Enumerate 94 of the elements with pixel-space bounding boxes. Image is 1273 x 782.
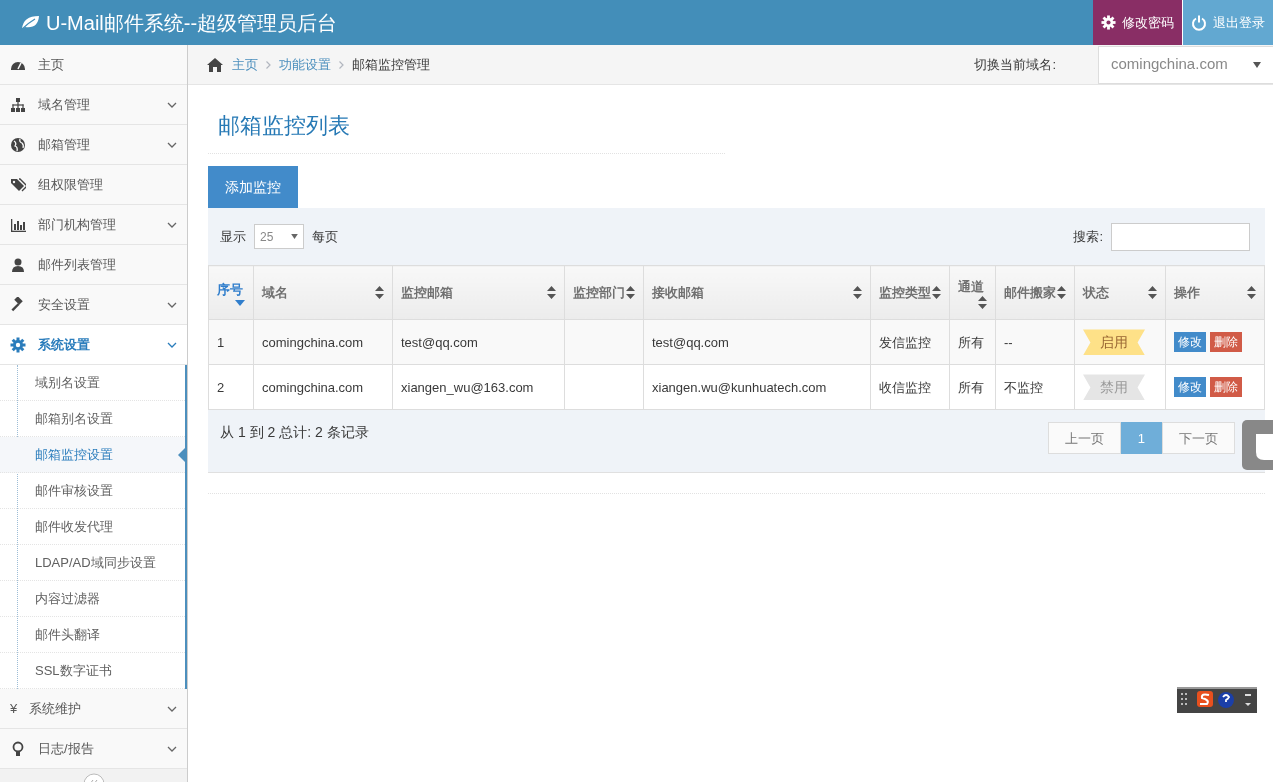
previous-page-button[interactable]: 上一页 (1047, 422, 1121, 455)
page-length-label: 显示 (220, 228, 246, 247)
table-cell: comingchina.com (253, 364, 393, 410)
table-cell: 2 (208, 364, 254, 410)
submenu-item[interactable]: LDAP/AD域同步设置 (0, 545, 185, 581)
home-icon (206, 56, 224, 73)
page-length-select[interactable]: 25 (254, 224, 304, 250)
breadcrumb-link[interactable]: 功能设置 (279, 54, 331, 75)
lightbulb-icon (10, 740, 26, 757)
column-header[interactable]: 序号 (208, 265, 254, 320)
delete-button[interactable]: 删除 (1210, 332, 1242, 353)
sidebar-item[interactable]: 系统设置 (0, 325, 187, 365)
column-header[interactable]: 接收邮箱 (643, 265, 871, 320)
table-cell: -- (995, 319, 1075, 365)
sidebar-item[interactable]: 主页 (0, 45, 187, 85)
delete-button[interactable]: 删除 (1210, 377, 1242, 398)
user-icon (10, 256, 26, 273)
domain-select[interactable]: comingchina.com (1098, 45, 1273, 84)
gear-icon (1101, 15, 1116, 30)
search-label: 搜索: (1073, 228, 1103, 247)
sidebar-item[interactable]: 邮件列表管理 (0, 245, 187, 285)
table-cell: 所有 (949, 364, 996, 410)
table-cell: test@qq.com (643, 319, 871, 365)
gear-icon (10, 336, 26, 353)
sort-icon (853, 286, 862, 300)
column-header[interactable]: 监控邮箱 (392, 265, 565, 320)
breadcrumb-current: 邮箱监控管理 (352, 55, 430, 74)
sort-icon (547, 286, 556, 300)
change-password-button[interactable]: 修改密码 (1093, 0, 1182, 45)
table-cell: 1 (208, 319, 254, 365)
logout-button[interactable]: 退出登录 (1182, 0, 1273, 45)
edit-button[interactable]: 修改 (1174, 377, 1206, 398)
page-title: 邮箱监控列表 (208, 85, 725, 155)
sidebar-item[interactable]: 邮箱管理 (0, 125, 187, 165)
breadcrumb-link[interactable]: 主页 (232, 54, 258, 75)
yen-icon: ¥ (10, 698, 18, 719)
record-info: 从 1 到 2 总计: 2 条记录 (220, 423, 369, 443)
dropdown-arrow-icon (1253, 61, 1261, 68)
sidebar-item[interactable]: 安全设置 (0, 285, 187, 325)
per-page-label: 每页 (312, 228, 338, 247)
column-header[interactable]: 通道 (949, 265, 996, 320)
column-header[interactable]: 邮件搬家 (995, 265, 1075, 320)
side-tab-icon[interactable] (1242, 420, 1273, 470)
table-cell: test@qq.com (392, 319, 565, 365)
chevron-right-icon (266, 60, 271, 69)
sidebar-item[interactable]: 组权限管理 (0, 165, 187, 205)
edit-button[interactable]: 修改 (1174, 332, 1206, 353)
table-cell: xiangen_wu@163.com (392, 364, 565, 410)
table-cell: 发信监控 (870, 319, 950, 365)
domain-switch-label: 切换当前域名: (974, 55, 1056, 74)
tags-icon (10, 176, 26, 193)
power-icon (1191, 14, 1207, 31)
table-cell: 所有 (949, 319, 996, 365)
sort-icon (1247, 286, 1256, 300)
next-page-button[interactable]: 下一页 (1162, 422, 1235, 455)
submenu-item[interactable]: 内容过滤器 (0, 581, 185, 617)
sidebar-item[interactable]: ¥ 系统维护 (0, 689, 187, 729)
sidebar-item[interactable]: 域名管理 (0, 85, 187, 125)
add-monitor-button[interactable]: 添加监控 (208, 166, 298, 209)
sort-descending-icon (235, 299, 245, 306)
submenu-item[interactable]: 邮件收发代理 (0, 509, 185, 545)
submenu-item[interactable]: 域别名设置 (0, 365, 185, 401)
column-header[interactable]: 状态 (1074, 265, 1166, 320)
submenu-item[interactable]: 邮件审核设置 (0, 473, 185, 509)
search-field[interactable] (1111, 222, 1250, 251)
leaf-icon (20, 14, 40, 31)
table-cell: comingchina.com (253, 319, 393, 365)
dropdown-arrow-icon (291, 234, 298, 240)
sort-icon (1057, 286, 1066, 300)
table-cell: 收信监控 (870, 364, 950, 410)
sort-icon (932, 286, 941, 300)
table-cell: xiangen.wu@kunhuatech.com (643, 364, 871, 410)
column-header[interactable]: 监控类型 (870, 265, 950, 320)
input-method-toolbar-icon[interactable] (1177, 687, 1257, 713)
table-cell: 不监控 (995, 364, 1075, 410)
sidebar-item[interactable]: 部门机构管理 (0, 205, 187, 245)
app-title: U-Mail邮件系统--超级管理员后台 (46, 10, 338, 36)
submenu-item[interactable]: 邮箱监控设置 (0, 437, 185, 473)
sidebar-item[interactable]: 日志/报告 (0, 729, 187, 769)
column-header[interactable]: 操作 (1165, 265, 1265, 320)
submenu-item[interactable]: 邮件头翻译 (0, 617, 185, 653)
page-button[interactable]: 1 (1120, 422, 1162, 455)
status-ribbon: 禁用 (1083, 374, 1145, 401)
sitemap-icon (10, 96, 26, 113)
sort-icon (1148, 286, 1157, 300)
chevron-right-icon (339, 60, 344, 69)
globe-icon (10, 136, 26, 153)
bar-chart-icon (10, 216, 26, 233)
sort-icon (978, 296, 987, 310)
column-header[interactable]: 域名 (253, 265, 393, 320)
sort-icon (626, 286, 635, 300)
column-header[interactable]: 监控部门 (564, 265, 644, 320)
sort-icon (375, 286, 384, 300)
status-ribbon: 启用 (1083, 329, 1145, 356)
